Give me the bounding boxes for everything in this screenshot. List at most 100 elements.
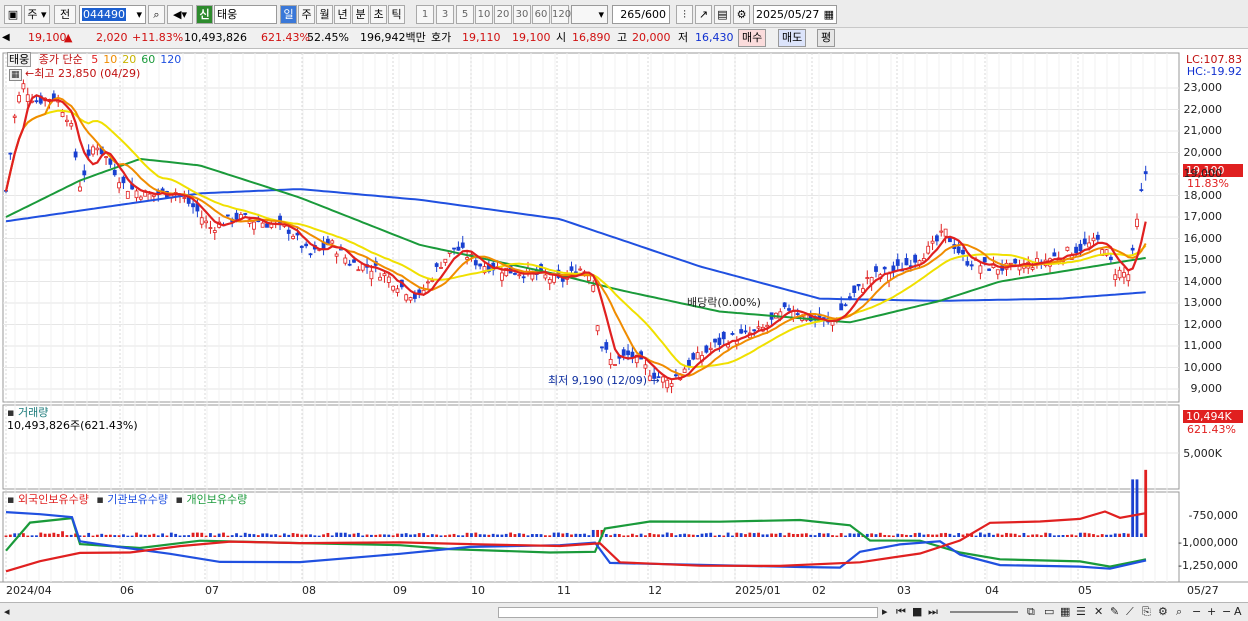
quote-high: 20,000 (632, 31, 671, 44)
candle-body (691, 353, 696, 360)
stock-name-field[interactable]: 태웅 (214, 5, 277, 24)
minus-icon[interactable]: − (1192, 605, 1201, 619)
sell-button[interactable]: 매도 (778, 29, 807, 47)
period-button-3[interactable]: 년 (334, 5, 351, 24)
font-label[interactable]: A (1234, 605, 1242, 619)
gear-icon[interactable]: ⚙ (733, 5, 750, 24)
interval-select[interactable]: ▾ (571, 5, 608, 24)
interval-button-6[interactable]: 60 (532, 5, 550, 24)
scroll-right-icon[interactable]: ▸ (882, 605, 888, 619)
holding-legend: ▪ 외국인보유수량 ▪ 기관보유수량 ▪ 개인보유수량 (7, 493, 248, 506)
candle-body (34, 100, 39, 103)
volume-bar (352, 533, 356, 537)
volume-bar (1026, 535, 1030, 537)
line-icon[interactable]: ⟋ (1126, 605, 1134, 619)
eval-button[interactable]: 평 (817, 29, 836, 47)
volume-bar (52, 532, 56, 537)
table-icon[interactable]: ▦ (9, 69, 22, 81)
candle-body (1109, 256, 1113, 261)
search-icon[interactable]: ⌕ (148, 5, 165, 24)
volume-bar (513, 534, 517, 537)
layout-icon[interactable]: ⧉ (1027, 605, 1035, 619)
candle-body (669, 383, 674, 387)
last-icon[interactable]: ⏭ (928, 605, 938, 619)
period-button-0[interactable]: 일 (280, 5, 297, 24)
candle-body (739, 329, 744, 334)
date-field[interactable]: 2025/05/27 ▦ (753, 5, 837, 24)
prev-button[interactable]: 전 (54, 5, 76, 24)
chart-canvas[interactable] (0, 49, 1248, 602)
zoom-search-icon[interactable]: ⌕ (1176, 605, 1182, 619)
volume-bar (704, 533, 708, 537)
volume-bar (117, 535, 121, 537)
font-size-icon[interactable]: − (1222, 605, 1231, 619)
candle-body (8, 152, 13, 155)
candle-body (517, 274, 522, 277)
save-icon[interactable]: ▤ (714, 5, 731, 24)
period-button-4[interactable]: 분 (352, 5, 369, 24)
volume-bar (1031, 534, 1034, 537)
candle-body (378, 276, 383, 281)
candle-body (1078, 243, 1083, 252)
candle-icon[interactable]: ⫶ (676, 5, 693, 24)
interval-button-4[interactable]: 20 (494, 5, 512, 24)
stop-icon[interactable]: ■ (912, 605, 922, 619)
interval-button-0[interactable]: 1 (416, 5, 434, 24)
interval-button-5[interactable]: 30 (513, 5, 531, 24)
volume-bar (517, 533, 521, 537)
code-input[interactable]: 044490 ▾ (79, 5, 146, 24)
calendar-icon[interactable]: ▦ (824, 6, 834, 23)
x-tick: 2025/01 (735, 584, 781, 597)
volume-bar (152, 533, 156, 537)
buy-button[interactable]: 매수 (738, 29, 767, 47)
volume-bar (43, 533, 47, 537)
candle-body (17, 95, 21, 103)
candle-body (121, 176, 126, 184)
candle-body (913, 254, 918, 263)
volume-bar (644, 535, 647, 537)
volume-bar (148, 534, 151, 537)
market-select[interactable]: 주 ▾ (24, 5, 50, 24)
scroll-left-icon[interactable]: ◂ (4, 605, 10, 619)
list-icon[interactable]: ☰ (1076, 605, 1086, 619)
window-menu-icon[interactable]: ▣ (4, 5, 22, 24)
interval-button-2[interactable]: 5 (456, 5, 474, 24)
interval-button-7[interactable]: 120 (551, 5, 571, 24)
period-button-1[interactable]: 주 (298, 5, 315, 24)
volume-last-pct: 621.43% (1187, 423, 1236, 436)
config-icon[interactable]: ⚙ (1158, 605, 1168, 619)
volume-bar (278, 535, 282, 537)
period-button-6[interactable]: 틱 (388, 5, 405, 24)
candle-body (1130, 247, 1135, 251)
interval-button-3[interactable]: 10 (475, 5, 493, 24)
x-tick: 05 (1078, 584, 1092, 597)
volume-bar (1100, 534, 1104, 537)
period-button-2[interactable]: 월 (316, 5, 333, 24)
cross-icon[interactable]: ✕ (1094, 605, 1103, 619)
scrollbar-thumb[interactable] (498, 607, 878, 618)
volume-bar (483, 534, 486, 537)
draw-icon[interactable]: ✎ (1110, 605, 1119, 619)
volume-bar (1070, 534, 1074, 537)
ma-label: 종가 단순 (38, 53, 83, 66)
chart-area[interactable]: 태웅 종가 단순 5 10 20 60 120 ▦ ←최고 23,850 (04/29)… (0, 49, 1248, 602)
copy-icon[interactable]: ⎘ (1142, 605, 1151, 619)
candle-body (787, 308, 791, 311)
trend-icon[interactable]: ↗ (695, 5, 712, 24)
period-button-5[interactable]: 초 (370, 5, 387, 24)
interval-button-1[interactable]: 3 (436, 5, 454, 24)
plus-icon[interactable]: + (1207, 605, 1216, 619)
volume-bar (300, 534, 304, 537)
grid-icon[interactable]: ▦ (1060, 605, 1070, 619)
volume-bar (739, 533, 743, 537)
window-icon[interactable]: ▭ (1044, 605, 1054, 619)
volume-bar (805, 533, 808, 537)
price-tick: 18,000 (1183, 188, 1223, 202)
first-icon[interactable]: ⏮ (896, 605, 906, 619)
candle-body (382, 273, 387, 277)
volume-bar (926, 534, 930, 537)
count-field[interactable]: 265/600 (612, 5, 670, 24)
zoom-slider[interactable] (950, 611, 1018, 613)
sound-icon[interactable]: ◀▾ (167, 5, 193, 24)
volume-bar (687, 534, 691, 537)
